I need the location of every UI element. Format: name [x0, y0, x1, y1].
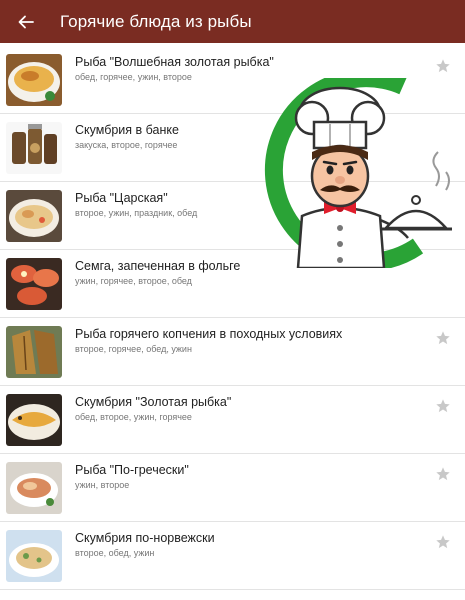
favorite-star-icon[interactable]	[435, 58, 451, 74]
recipe-tags: второе, обед, ужин	[75, 548, 155, 558]
app-bar: Горячие блюда из рыбы	[0, 0, 465, 43]
recipe-title: Скумбрия по-норвежски	[75, 531, 215, 545]
list-item[interactable]: Рыба "По-гречески" ужин, второе	[0, 454, 465, 522]
recipe-thumbnail	[6, 54, 62, 106]
recipe-title: Рыба "Царская"	[75, 191, 168, 205]
recipe-thumbnail	[6, 462, 62, 514]
recipe-thumbnail	[6, 530, 62, 582]
list-item[interactable]: Скумбрия по-норвежски второе, обед, ужин	[0, 522, 465, 590]
list-item[interactable]: Рыба горячего копчения в походных услови…	[0, 318, 465, 386]
app-screen: Горячие блюда из рыбы Рыба "Волшебная зо…	[0, 0, 465, 600]
recipe-title: Скумбрия "Золотая рыбка"	[75, 395, 232, 409]
recipe-tags: обед, горячее, ужин, второе	[75, 72, 192, 82]
favorite-star-icon[interactable]	[435, 330, 451, 346]
chef-mascot-logo	[264, 78, 452, 268]
recipe-thumbnail	[6, 258, 62, 310]
recipe-thumbnail	[6, 122, 62, 174]
recipe-thumbnail	[6, 190, 62, 242]
recipe-tags: второе, горячее, обед, ужин	[75, 344, 192, 354]
page-title: Горячие блюда из рыбы	[60, 11, 252, 31]
favorite-star-icon[interactable]	[435, 398, 451, 414]
recipe-title: Рыба горячего копчения в походных услови…	[75, 327, 343, 341]
recipe-tags: ужин, горячее, второе, обед	[75, 276, 192, 286]
favorite-star-icon[interactable]	[435, 466, 451, 482]
recipe-tags: закуска, второе, горячее	[75, 140, 178, 150]
recipe-thumbnail	[6, 326, 62, 378]
recipe-title: Рыба "По-гречески"	[75, 463, 189, 477]
back-arrow-icon	[18, 15, 34, 28]
recipe-title: Семга, запеченная в фольге	[75, 259, 241, 273]
recipe-tags: ужин, второе	[75, 480, 130, 490]
list-item[interactable]: Скумбрия "Золотая рыбка" обед, второе, у…	[0, 386, 465, 454]
back-button[interactable]	[0, 0, 52, 43]
recipe-title: Скумбрия в банке	[75, 123, 179, 137]
recipe-title: Рыба "Волшебная золотая рыбка"	[75, 55, 274, 69]
recipe-tags: второе, ужин, праздник, обед	[75, 208, 198, 218]
recipe-thumbnail	[6, 394, 62, 446]
favorite-star-icon[interactable]	[435, 534, 451, 550]
recipe-tags: обед, второе, ужин, горячее	[75, 412, 192, 422]
